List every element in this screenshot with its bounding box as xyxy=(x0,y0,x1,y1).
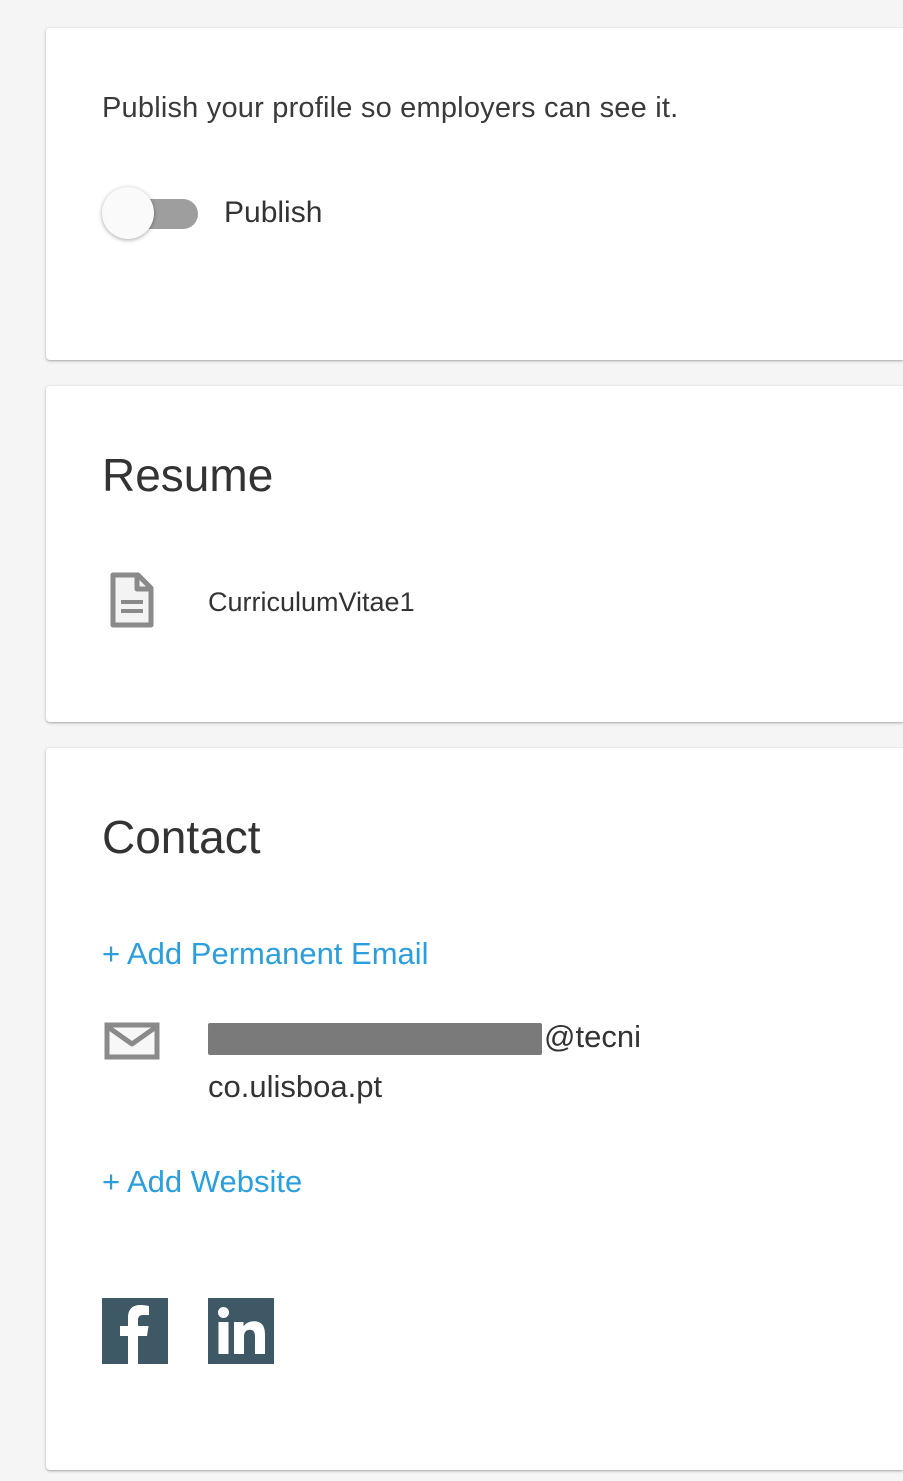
redacted-email-local-part xyxy=(208,1022,542,1055)
facebook-icon[interactable] xyxy=(102,1298,168,1364)
email-domain: @tecni xyxy=(544,1019,641,1054)
publish-description: Publish your profile so employers can se… xyxy=(102,92,679,124)
email-address: @tecni co.ulisboa.pt xyxy=(208,1012,678,1112)
resume-card: Resume CurriculumVitae1 xyxy=(46,386,903,722)
add-website-link[interactable]: + Add Website xyxy=(102,1164,302,1200)
social-links xyxy=(102,1298,903,1364)
resume-file-name[interactable]: CurriculumVitae1 xyxy=(208,587,415,618)
contact-card: Contact + Add Permanent Email @tecni co.… xyxy=(46,748,903,1470)
resume-file-item[interactable]: CurriculumVitae1 xyxy=(108,572,903,633)
envelope-icon xyxy=(102,1012,160,1112)
profile-page: Publish your profile so employers can se… xyxy=(0,0,903,1481)
add-permanent-email-link[interactable]: + Add Permanent Email xyxy=(102,936,429,972)
document-icon xyxy=(108,572,156,633)
toggle-thumb xyxy=(102,187,154,239)
resume-title: Resume xyxy=(102,449,274,501)
email-domain-continued: co.ulisboa.pt xyxy=(208,1069,383,1104)
publish-card: Publish your profile so employers can se… xyxy=(46,28,903,360)
linkedin-icon[interactable] xyxy=(208,1298,274,1364)
publish-toggle-label[interactable]: Publish xyxy=(224,196,322,230)
email-row: @tecni co.ulisboa.pt xyxy=(102,1012,903,1112)
contact-title: Contact xyxy=(102,811,261,863)
publish-toggle[interactable] xyxy=(102,187,202,239)
publish-row: Publish xyxy=(102,187,903,239)
